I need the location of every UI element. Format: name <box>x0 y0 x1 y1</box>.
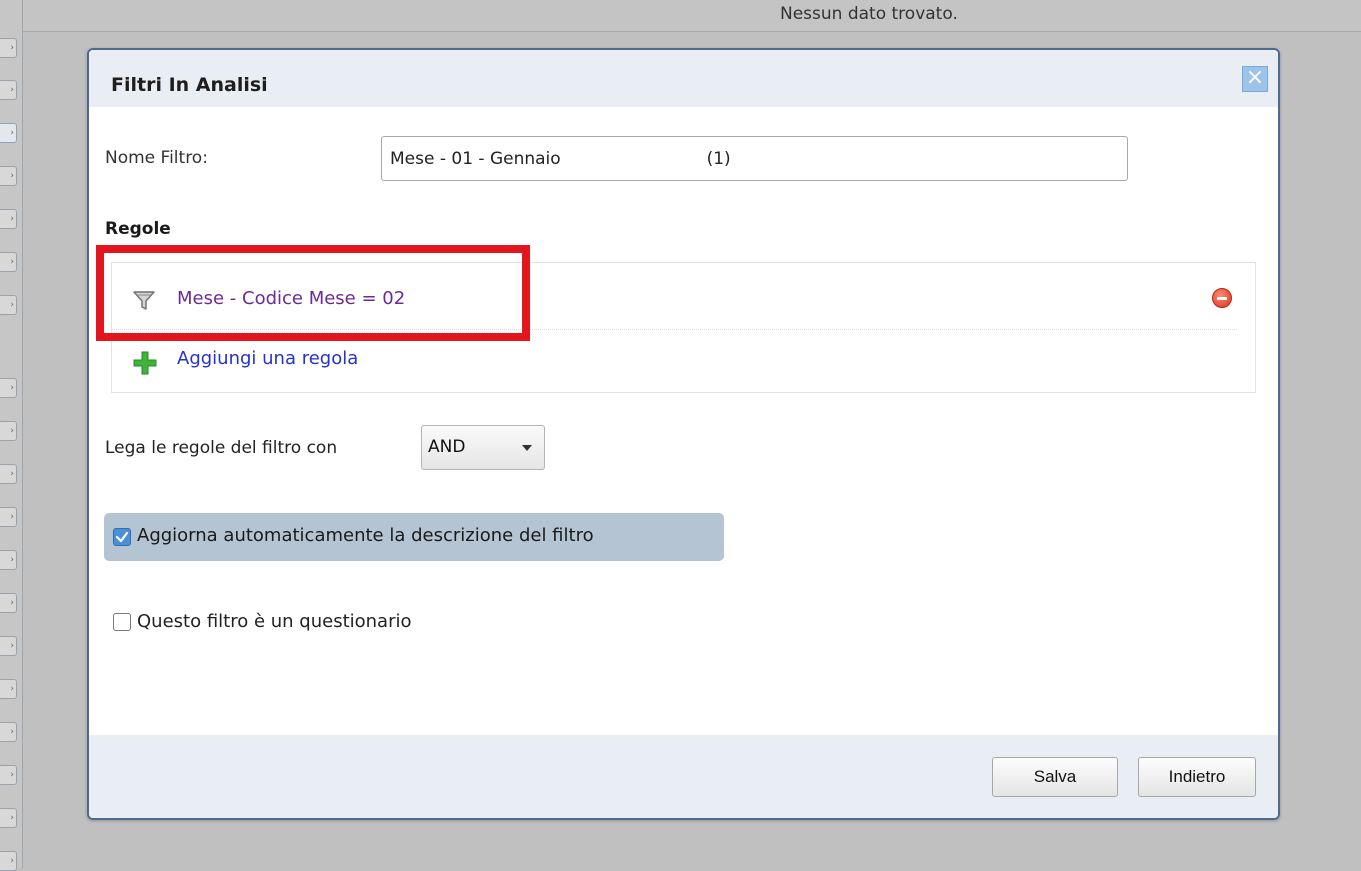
combine-operator-value: AND <box>428 437 466 457</box>
auto-description-checkbox[interactable] <box>113 528 131 546</box>
checkmark-icon <box>115 531 129 543</box>
expand-arrow-button[interactable]: › <box>0 593 17 613</box>
chevron-down-icon <box>522 445 532 451</box>
expand-arrow-button[interactable]: › <box>0 464 17 484</box>
no-data-message: Nessun dato trovato. <box>780 4 958 24</box>
filter-name-input[interactable] <box>381 136 1128 181</box>
back-button[interactable]: Indietro <box>1138 757 1256 797</box>
remove-rule-icon[interactable] <box>1212 288 1232 308</box>
expand-arrow-button[interactable]: › <box>0 808 17 828</box>
expand-arrow-button[interactable]: › <box>0 295 17 315</box>
filter-dialog: Filtri In Analisi × Nome Filtro: Regole … <box>87 48 1280 820</box>
expand-arrow-button[interactable]: › <box>0 80 17 100</box>
expand-arrow-button[interactable]: › <box>0 550 17 570</box>
add-rule-label[interactable]: Aggiungi una regola <box>177 348 358 369</box>
auto-description-option[interactable]: Aggiorna automaticamente la descrizione … <box>104 513 724 561</box>
close-icon[interactable]: × <box>1242 66 1268 92</box>
expand-arrow-button[interactable]: › <box>0 209 17 229</box>
save-button[interactable]: Salva <box>992 757 1118 797</box>
results-header <box>23 0 1361 32</box>
highlight-annotation <box>96 245 530 341</box>
questionnaire-checkbox[interactable] <box>113 613 131 631</box>
plus-icon <box>133 351 157 375</box>
expand-arrow-button[interactable]: › <box>0 851 17 871</box>
expand-arrow-button[interactable]: › <box>0 38 17 58</box>
expand-arrow-button[interactable]: › <box>0 166 17 186</box>
expand-arrow-button[interactable]: › <box>0 378 17 398</box>
dialog-footer: Salva Indietro <box>89 735 1278 818</box>
expand-arrow-button[interactable]: › <box>0 722 17 742</box>
left-toolbar: › › › › › › › › › › › › › › › › › › › <box>0 0 23 871</box>
expand-arrow-button[interactable]: › <box>0 252 17 272</box>
expand-arrow-button[interactable]: › <box>0 123 17 143</box>
filter-name-label: Nome Filtro: <box>105 148 208 168</box>
dialog-title: Filtri In Analisi <box>111 74 268 96</box>
expand-arrow-button[interactable]: › <box>0 636 17 656</box>
dialog-titlebar: Filtri In Analisi × <box>89 50 1278 107</box>
expand-arrow-button[interactable]: › <box>0 421 17 441</box>
auto-description-label[interactable]: Aggiorna automaticamente la descrizione … <box>137 525 594 546</box>
combine-rules-label: Lega le regole del filtro con <box>105 438 338 458</box>
expand-arrow-button[interactable]: › <box>0 507 17 527</box>
rules-heading: Regole <box>105 219 171 239</box>
expand-arrow-button[interactable]: › <box>0 765 17 785</box>
questionnaire-label[interactable]: Questo filtro è un questionario <box>137 611 412 632</box>
combine-operator-select[interactable]: AND <box>421 425 545 470</box>
expand-arrow-button[interactable]: › <box>0 679 17 699</box>
